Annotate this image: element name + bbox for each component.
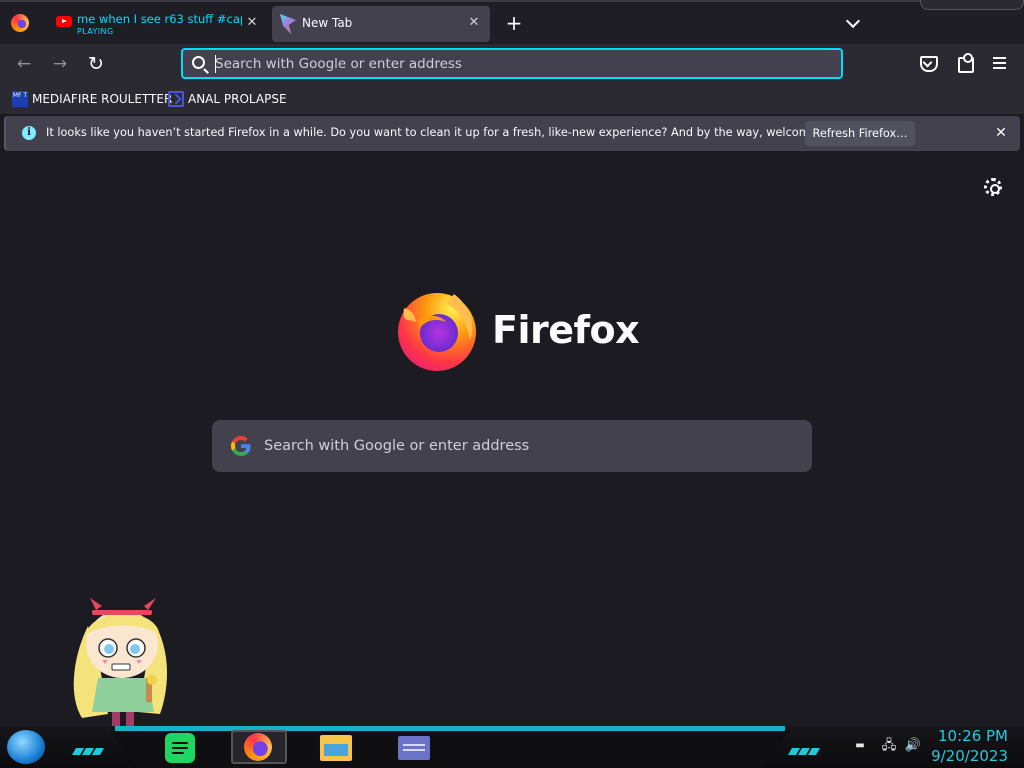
menu-hamburger-icon[interactable] (990, 53, 1010, 73)
clock-date[interactable]: 9/20/2023 (924, 747, 1008, 765)
content-search-input[interactable] (264, 436, 784, 456)
desktop-character-sticker (73, 598, 167, 726)
reload-icon[interactable]: ↻ (84, 52, 108, 76)
volume-icon[interactable]: 🔊 (904, 738, 922, 754)
notification-message: It looks like you haven’t started Firefo… (46, 126, 852, 139)
firefox-logo-icon (398, 293, 476, 371)
window-app-icon (398, 736, 430, 760)
close-notification-icon[interactable]: ✕ (992, 124, 1010, 142)
tab-title: me when I see r63 stuff #capcut (77, 12, 242, 26)
show-desktop-icon[interactable]: ▬ (851, 738, 869, 754)
info-icon: i (22, 126, 36, 140)
close-tab-icon[interactable]: ✕ (244, 15, 260, 31)
start-orb-icon[interactable] (7, 730, 45, 764)
spotify-icon (165, 733, 195, 763)
back-arrow-icon[interactable]: ← (12, 52, 36, 76)
bookmarks-toolbar: MF T MEDIAFIRE ROULETTER ANAL PROLAPSE (0, 84, 1024, 114)
list-all-tabs-chevron-icon[interactable] (843, 13, 865, 35)
text-caret (215, 55, 216, 73)
close-tab-icon[interactable]: ✕ (466, 15, 482, 31)
google-icon (230, 436, 251, 457)
taskbar-accent-strip (115, 726, 785, 731)
taskbar (0, 726, 1024, 768)
bookmark-favicon (168, 91, 184, 107)
new-tab-button[interactable]: + (503, 13, 525, 35)
bookmark-label: MEDIAFIRE ROULETTER (32, 92, 173, 106)
tab-playing-label: PLAYING (77, 27, 114, 36)
bookmark-mediafire-rouletter[interactable]: MF T MEDIAFIRE ROULETTER (12, 90, 172, 108)
theme-decoration (920, 0, 1024, 10)
tab-youtube[interactable]: me when I see r63 stuff #capcut PLAYING … (46, 6, 268, 42)
navigation-toolbar: ← → ↻ (0, 44, 1024, 84)
refresh-firefox-button[interactable]: Refresh Firefox… (805, 121, 915, 146)
refresh-notification-bar: i It looks like you haven’t started Fire… (4, 116, 1020, 151)
tab-title: New Tab (302, 16, 353, 30)
firefox-view-icon[interactable] (11, 14, 29, 32)
forward-arrow-icon[interactable]: → (48, 52, 72, 76)
youtube-icon (56, 16, 72, 27)
firefox-wordmark: Firefox (492, 308, 640, 352)
desktop: me when I see r63 stuff #capcut PLAYING … (0, 0, 1024, 768)
search-icon (192, 56, 205, 69)
bookmark-anal-prolapse[interactable]: ANAL PROLAPSE (168, 90, 288, 108)
firefox-logo: Firefox (396, 288, 640, 374)
url-bar[interactable] (181, 48, 843, 79)
taskbar-decoration-left (71, 740, 108, 755)
clock-time[interactable]: 10:26 PM (936, 727, 1008, 745)
bookmark-label: ANAL PROLAPSE (188, 92, 287, 106)
mediafire-favicon: MF T (12, 91, 28, 107)
tab-new-tab[interactable]: New Tab ✕ (272, 6, 490, 42)
network-icon[interactable]: 🖧 (880, 738, 898, 754)
tab-strip: me when I see r63 stuff #capcut PLAYING … (0, 0, 1024, 44)
content-search-box[interactable] (212, 420, 812, 472)
newtab-favicon (280, 14, 296, 34)
pocket-icon[interactable] (918, 53, 938, 73)
extensions-puzzle-icon[interactable] (955, 53, 975, 73)
taskbar-decoration-right (787, 740, 824, 755)
url-input[interactable] (215, 54, 815, 74)
settings-gear-icon[interactable] (984, 178, 1002, 196)
firefox-icon (244, 733, 272, 761)
file-explorer-icon (320, 735, 352, 761)
